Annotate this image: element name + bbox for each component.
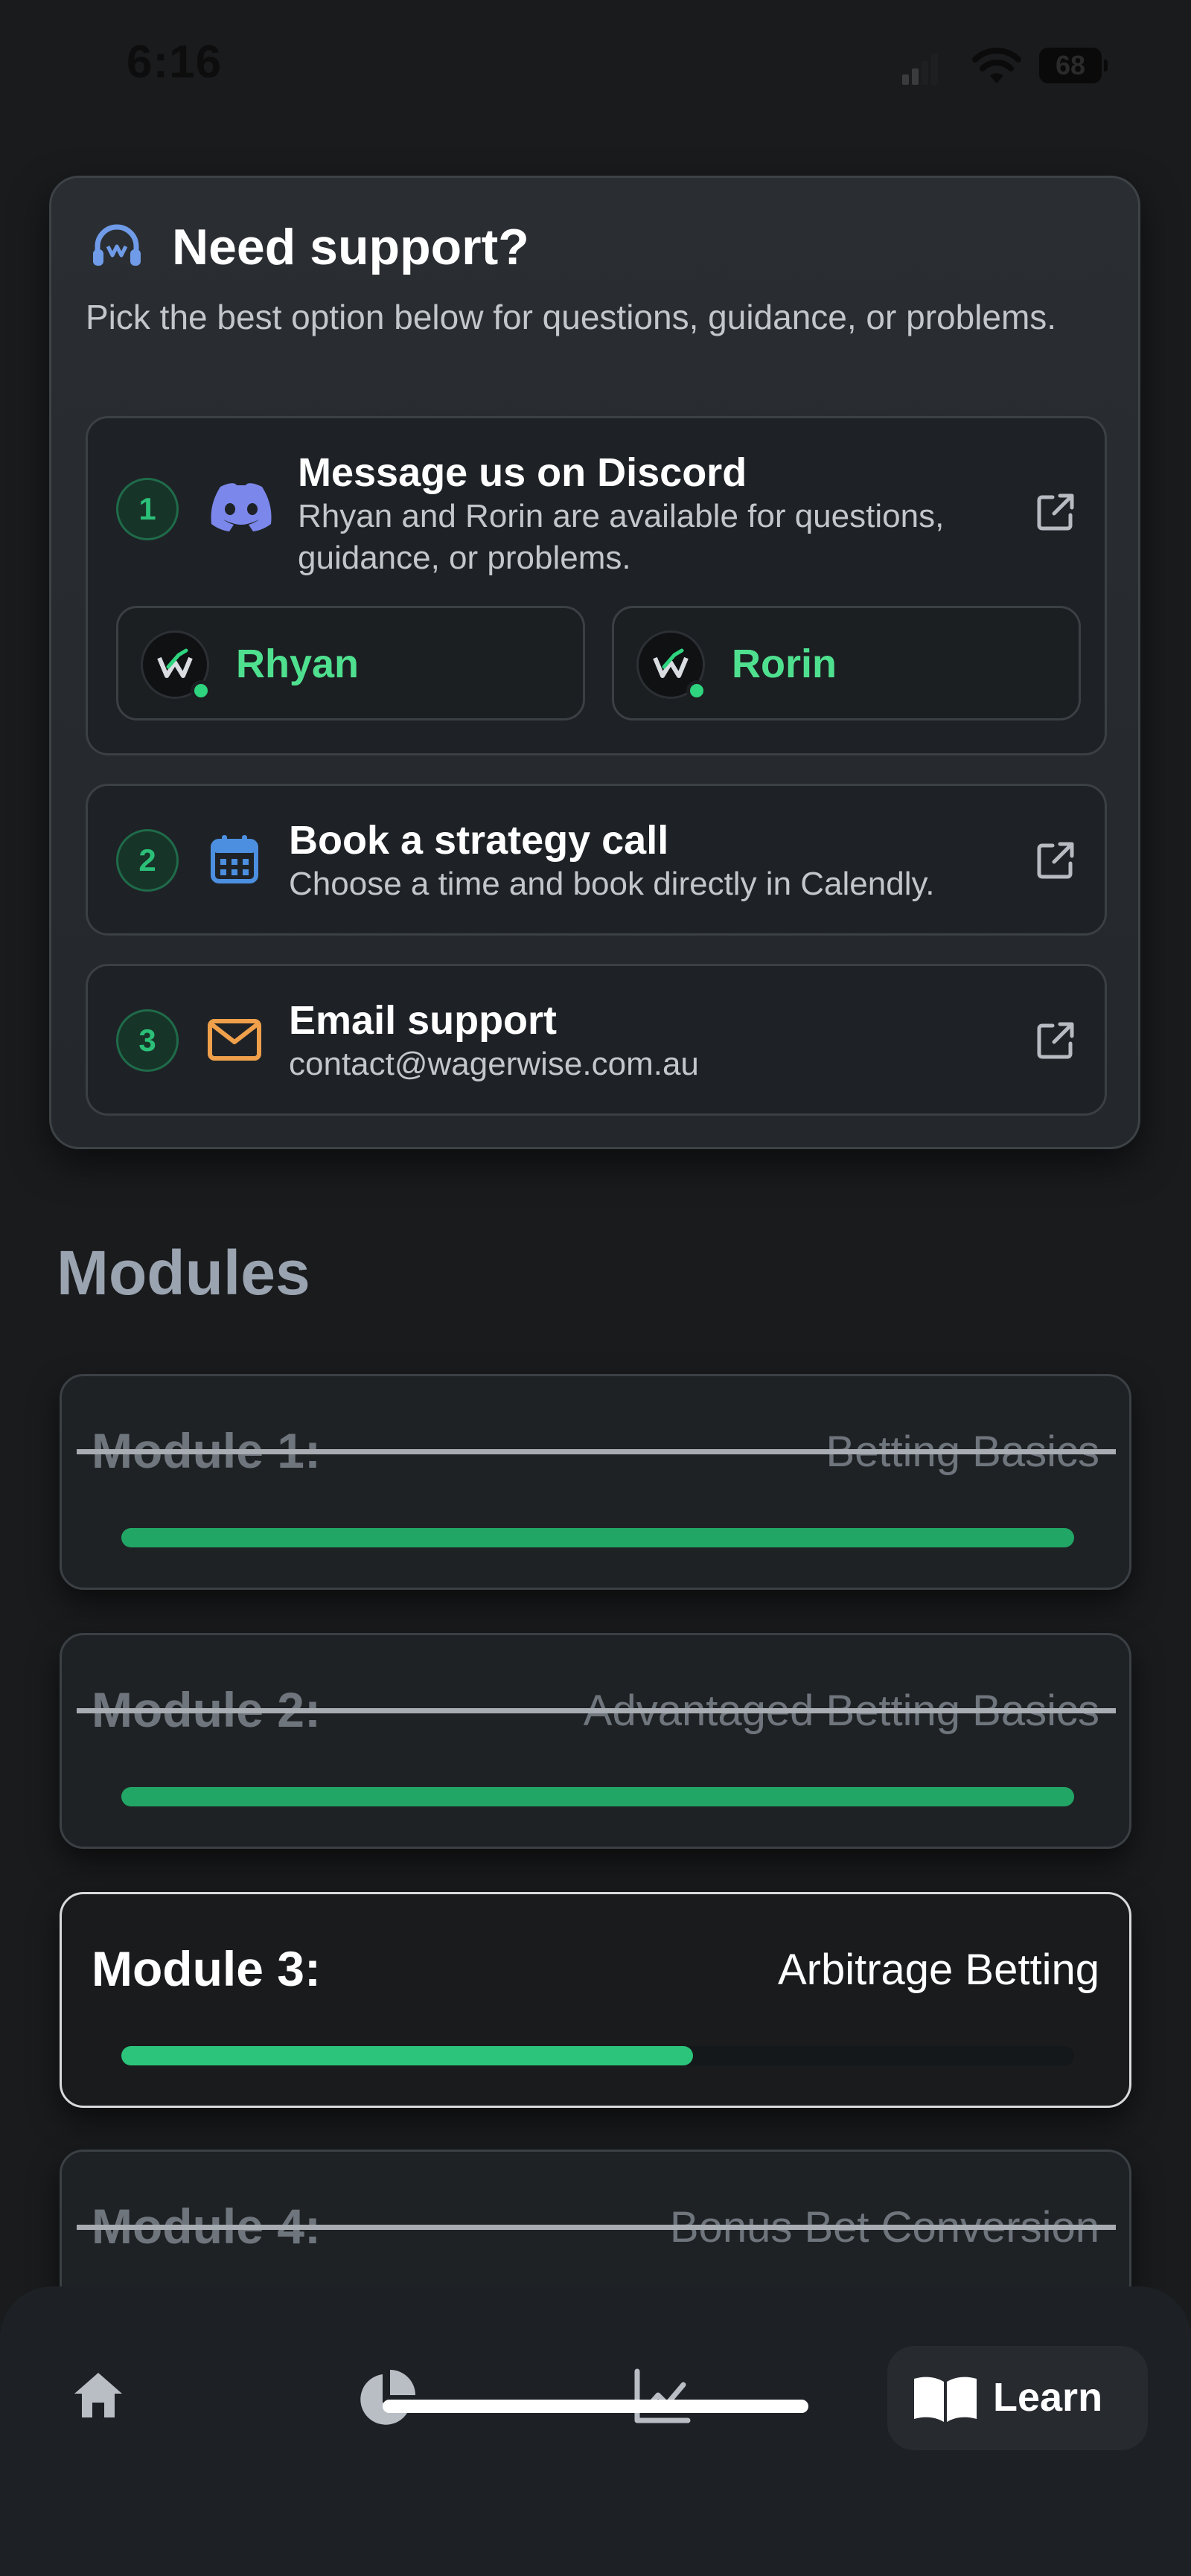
modules-heading: Modules <box>57 1238 310 1308</box>
mail-icon <box>208 1019 261 1061</box>
online-status-dot <box>686 680 707 701</box>
bottom-tab-bar: Learn <box>0 2286 1191 2576</box>
completed-strikethrough <box>77 1708 1116 1713</box>
module-card-2[interactable]: Module 2: Advantaged Betting Basics <box>60 1633 1131 1849</box>
completed-strikethrough <box>77 1449 1116 1454</box>
online-status-dot <box>191 680 211 701</box>
external-link-icon[interactable] <box>1033 490 1078 534</box>
external-link-icon[interactable] <box>1033 838 1078 883</box>
option-title: Email support <box>289 998 558 1043</box>
option-title: Book a strategy call <box>289 818 669 863</box>
avatar <box>636 630 707 701</box>
step-number: 3 <box>116 1009 179 1072</box>
pie-chart-icon[interactable] <box>356 2368 417 2429</box>
home-indicator <box>383 2400 808 2413</box>
line-chart-icon[interactable] <box>631 2367 691 2426</box>
module-name: Arbitrage Betting <box>777 1946 1099 1994</box>
step-number: 1 <box>116 478 179 540</box>
module-card-3[interactable]: Module 3: Arbitrage Betting <box>60 1892 1131 2108</box>
tab-learn-label: Learn <box>993 2375 1103 2420</box>
home-icon[interactable] <box>71 2368 125 2422</box>
option-title: Message us on Discord <box>298 450 747 495</box>
completed-strikethrough <box>77 2225 1116 2230</box>
tab-learn[interactable]: Learn <box>887 2346 1148 2450</box>
discord-option[interactable]: 1 Message us on Discord Rhyan and Rorin … <box>86 416 1107 755</box>
discord-icon <box>211 483 272 531</box>
status-bar: 6:16 68 <box>0 0 1191 134</box>
headset-icon <box>93 224 141 266</box>
progress-track <box>121 1787 1074 1806</box>
contact-name: Rorin <box>732 642 837 686</box>
option-description: Rhyan and Rorin are available for questi… <box>298 498 945 576</box>
support-subtitle: Pick the best option below for questions… <box>86 298 1057 336</box>
contact-rorin[interactable]: Rorin <box>612 606 1081 720</box>
module-card-1[interactable]: Module 1: Betting Basics <box>60 1374 1131 1590</box>
module-number: Module 3: <box>92 1941 321 1996</box>
support-card: Need support? Pick the best option below… <box>49 176 1140 1149</box>
email-address: contact@wagerwise.com.au <box>289 1046 699 1082</box>
contact-name: Rhyan <box>236 642 360 686</box>
battery-icon: 68 <box>1039 48 1108 83</box>
progress-track <box>121 1528 1074 1547</box>
strategy-call-option[interactable]: 2 Book a strategy call Choose a time and… <box>86 784 1107 936</box>
calendar-icon <box>211 835 258 883</box>
email-support-option[interactable]: 3 Email support contact@wagerwise.com.au <box>86 964 1107 1116</box>
contact-rhyan[interactable]: Rhyan <box>116 606 585 720</box>
status-time: 6:16 <box>127 36 223 88</box>
wifi-icon <box>972 48 1021 83</box>
support-title: Need support? <box>172 219 529 275</box>
step-number: 2 <box>116 829 179 892</box>
book-icon <box>914 2377 977 2422</box>
avatar <box>141 630 211 701</box>
progress-fill <box>121 1528 1074 1547</box>
progress-fill <box>121 1787 1074 1806</box>
progress-fill <box>121 2046 693 2065</box>
progress-track <box>121 2046 1074 2065</box>
option-description: Choose a time and book directly in Calen… <box>289 866 935 902</box>
external-link-icon[interactable] <box>1033 1018 1078 1063</box>
cellular-signal-icon <box>902 52 939 85</box>
